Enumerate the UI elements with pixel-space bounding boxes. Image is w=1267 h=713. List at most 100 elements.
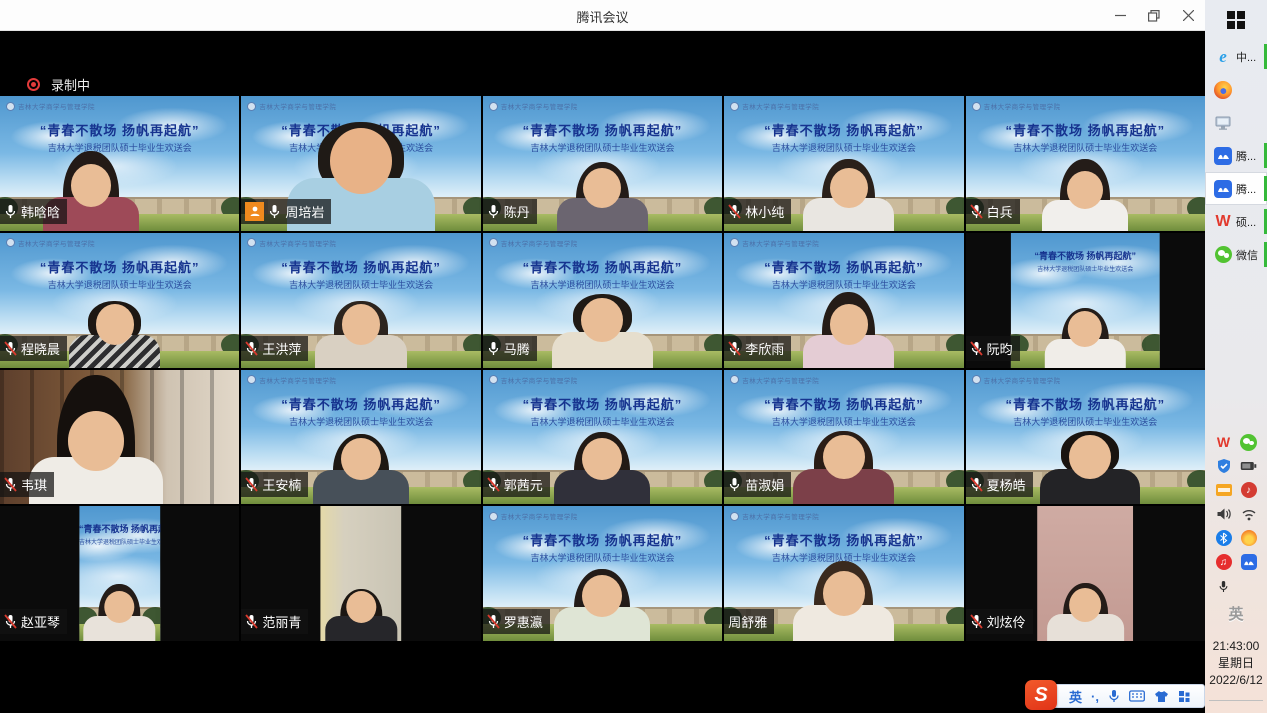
tray-folder-icon[interactable] xyxy=(1211,478,1236,502)
participant-name: 范丽青 xyxy=(262,612,301,631)
taskbar-app-pc[interactable] xyxy=(1205,106,1267,139)
taskbar-app-wechat-微信[interactable]: 微信 xyxy=(1205,238,1267,271)
video-grid: 吉林大学商学与管理学院 “青春不散场 扬帆再起航” 吉林大学退税团队硕士毕业生欢… xyxy=(0,96,1205,641)
tray-wps-icon[interactable]: W xyxy=(1211,430,1236,454)
participant-name: 周舒雅 xyxy=(728,612,767,631)
start-button[interactable] xyxy=(1205,0,1267,40)
tray-meeting-icon[interactable] xyxy=(1236,550,1261,574)
restore-button[interactable] xyxy=(1137,0,1171,31)
participant-name: 李欣雨 xyxy=(745,339,784,358)
video-tile[interactable]: 吉林大学商学与管理学院 “青春不散场 扬帆再起航” 吉林大学退税团队硕士毕业生欢… xyxy=(241,233,480,368)
participant-name: 韩晗晗 xyxy=(21,202,60,221)
participant-person xyxy=(1037,506,1133,641)
participant-name: 程晓晨 xyxy=(21,339,60,358)
participant-person xyxy=(79,506,160,641)
video-tile[interactable]: 吉林大学商学与管理学院 “青春不散场 扬帆再起航” 吉林大学退税团队硕士毕业生欢… xyxy=(966,370,1205,505)
sogou-logo[interactable]: S xyxy=(1025,680,1057,710)
meeting-window: 录制中 吉林大学商学与管理学院 “青春不散场 扬帆再起航” 吉林大学退税团队硕士… xyxy=(0,31,1205,713)
video-tile[interactable]: 吉林大学商学与管理学院 “青春不散场 扬帆再起航” 吉林大学退税团队硕士毕业生欢… xyxy=(966,233,1205,368)
minimize-icon xyxy=(1115,10,1126,21)
video-tile[interactable]: 吉林大学商学与管理学院 “青春不散场 扬帆再起航” 吉林大学退税团队硕士毕业生欢… xyxy=(966,96,1205,231)
tray-battery-icon[interactable] xyxy=(1236,454,1261,478)
video-tile[interactable]: 吉林大学商学与管理学院 “青春不散场 扬帆再起航” 吉林大学退税团队硕士毕业生欢… xyxy=(483,96,722,231)
video-tile[interactable]: 吉林大学商学与管理学院 “青春不散场 扬帆再起航” 吉林大学退税团队硕士毕业生欢… xyxy=(483,370,722,505)
taskbar-app-ie-中[interactable]: e中... xyxy=(1205,40,1267,73)
pillarboxed-video xyxy=(320,506,401,641)
ime-voice-icon[interactable] xyxy=(1108,689,1120,703)
participant-name-label: 赵亚琴 xyxy=(0,609,67,634)
video-tile[interactable]: 吉林大学商学与管理学院 “青春不散场 扬帆再起航” 吉林大学退税团队硕士毕业生欢… xyxy=(724,96,963,231)
participant-name: 陈丹 xyxy=(504,202,530,221)
red-music-app-glyph: ♫ xyxy=(1216,554,1232,570)
recording-label: 录制中 xyxy=(51,75,90,94)
video-tile[interactable]: 韦琪 xyxy=(0,370,239,505)
mic-muted-icon xyxy=(970,204,983,219)
tray-wechat-icon[interactable] xyxy=(1236,430,1261,454)
video-tile[interactable]: 吉林大学商学与管理学院 “青春不散场 扬帆再起航” 吉林大学退税团队硕士毕业生欢… xyxy=(483,233,722,368)
mic-muted-icon xyxy=(970,477,983,492)
tray-music-icon[interactable]: ♪ xyxy=(1236,478,1261,502)
language-indicator[interactable]: 英 xyxy=(1205,603,1267,624)
ime-language-toggle[interactable]: 英 xyxy=(1069,687,1082,706)
video-tile[interactable]: 吉林大学商学与管理学院 “青春不散场 扬帆再起航” 吉林大学退税团队硕士毕业生欢… xyxy=(0,233,239,368)
system-tray: W ♪ ♫ xyxy=(1211,430,1263,598)
video-tile[interactable]: 吉林大学商学与管理学院 “青春不散场 扬帆再起航” 吉林大学退税团队硕士毕业生欢… xyxy=(0,506,239,641)
participant-name: 王洪萍 xyxy=(262,339,301,358)
mic-muted-icon xyxy=(245,614,258,629)
taskbar-app-meeting-腾[interactable]: 腾... xyxy=(1205,172,1267,205)
video-tile[interactable]: 吉林大学商学与管理学院 “青春不散场 扬帆再起航” 吉林大学退税团队硕士毕业生欢… xyxy=(724,370,963,505)
taskbar-app-wps-硕[interactable]: W硕... xyxy=(1205,205,1267,238)
window-titlebar: 腾讯会议 xyxy=(0,0,1205,31)
ime-toolbox-icon[interactable] xyxy=(1178,690,1191,703)
mic-muted-icon xyxy=(487,477,500,492)
participant-name-label: 罗惠瀛 xyxy=(483,609,550,634)
participant-name: 韦琪 xyxy=(21,475,47,494)
mic-on-icon xyxy=(4,204,17,219)
taskbar-app-meeting-腾[interactable]: 腾... xyxy=(1205,139,1267,172)
tray-flame-icon[interactable] xyxy=(1236,526,1261,550)
recording-indicator: 录制中 xyxy=(27,75,90,94)
video-tile[interactable]: 刘炫伶 xyxy=(966,506,1205,641)
show-desktop-button[interactable] xyxy=(1209,700,1263,701)
mic-muted-icon xyxy=(970,341,983,356)
participant-name-label: 林小纯 xyxy=(724,199,791,224)
ime-punctuation-toggle[interactable]: ·, xyxy=(1091,689,1099,704)
mic-muted-icon xyxy=(4,614,17,629)
tray-mic-icon[interactable] xyxy=(1211,574,1236,598)
video-tile[interactable]: 吉林大学商学与管理学院 “青春不散场 扬帆再起航” 吉林大学退税团队硕士毕业生欢… xyxy=(724,506,963,641)
participant-name-label: 周培岩 xyxy=(241,199,331,224)
ime-skin-icon[interactable] xyxy=(1154,690,1169,703)
windows-logo-icon xyxy=(1227,11,1245,29)
netease-music-glyph: ♪ xyxy=(1241,482,1257,498)
taskbar-app-firefox[interactable] xyxy=(1205,73,1267,106)
participant-name-label: 阮昀 xyxy=(966,336,1020,361)
taskbar: e中...腾...腾...W硕...微信 W♪♫ 英 21:43:00 星期日 … xyxy=(1205,0,1267,713)
pillarboxed-video: 吉林大学商学与管理学院 “青春不散场 扬帆再起航” 吉林大学退税团队硕士毕业生欢… xyxy=(79,506,160,641)
mic-muted-icon xyxy=(728,204,741,219)
ime-keyboard-icon[interactable] xyxy=(1129,690,1145,702)
video-tile[interactable]: 吉林大学商学与管理学院 “青春不散场 扬帆再起航” 吉林大学退税团队硕士毕业生欢… xyxy=(724,233,963,368)
video-tile[interactable]: 吉林大学商学与管理学院 “青春不散场 扬帆再起航” 吉林大学退税团队硕士毕业生欢… xyxy=(241,96,480,231)
this-pc-icon xyxy=(1214,114,1232,132)
participant-name-label: 马腾 xyxy=(483,336,537,361)
clock-weekday: 星期日 xyxy=(1205,655,1267,672)
tray-shield-icon[interactable] xyxy=(1211,454,1236,478)
video-tile[interactable]: 范丽青 xyxy=(241,506,480,641)
video-tile[interactable]: 吉林大学商学与管理学院 “青春不散场 扬帆再起航” 吉林大学退税团队硕士毕业生欢… xyxy=(241,370,480,505)
video-tile[interactable]: 吉林大学商学与管理学院 “青春不散场 扬帆再起航” 吉林大学退税团队硕士毕业生欢… xyxy=(0,96,239,231)
window-controls xyxy=(1103,0,1205,31)
tray-network-icon[interactable] xyxy=(1236,502,1261,526)
tray-speaker-icon[interactable] xyxy=(1211,502,1236,526)
minimize-button[interactable] xyxy=(1103,0,1137,31)
mic-muted-icon xyxy=(970,614,983,629)
tencent-meeting-icon xyxy=(1214,147,1232,165)
participant-name-label: 范丽青 xyxy=(241,609,308,634)
close-button[interactable] xyxy=(1171,0,1205,31)
participant-name: 郭茜元 xyxy=(504,475,543,494)
participant-name-label: 程晓晨 xyxy=(0,336,67,361)
taskbar-app-label: 微信 xyxy=(1236,247,1258,263)
video-tile[interactable]: 吉林大学商学与管理学院 “青春不散场 扬帆再起航” 吉林大学退税团队硕士毕业生欢… xyxy=(483,506,722,641)
tray-redmusic-icon[interactable]: ♫ xyxy=(1211,550,1236,574)
tray-bluetooth-icon[interactable] xyxy=(1211,526,1236,550)
taskbar-clock[interactable]: 21:43:00 星期日 2022/6/12 xyxy=(1205,638,1267,689)
